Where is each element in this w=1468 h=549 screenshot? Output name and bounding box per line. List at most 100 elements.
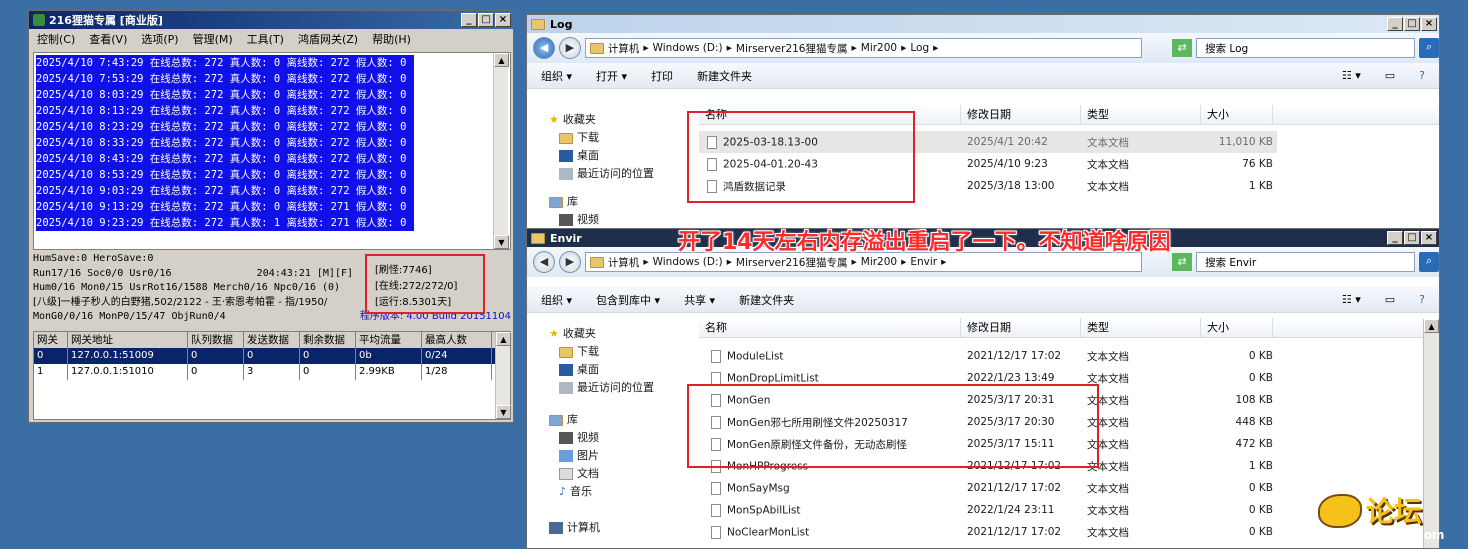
nav-libraries[interactable]: 库: [549, 411, 687, 429]
search-input[interactable]: 搜索 Log: [1196, 38, 1416, 58]
nav-pictures[interactable]: 图片: [549, 447, 687, 465]
col-modified[interactable]: 修改日期: [961, 105, 1081, 124]
organize-button[interactable]: 组织 ▾: [541, 292, 572, 308]
refresh-icon[interactable]: ⇄: [1172, 39, 1193, 57]
col-sent[interactable]: 发送数据: [244, 332, 300, 348]
minimize-button[interactable]: _: [461, 13, 477, 27]
scroll-up-arrow-icon[interactable]: ▲: [494, 53, 509, 67]
menu-options[interactable]: 选项(P): [141, 31, 178, 47]
crumb-mir200[interactable]: Mir200: [861, 42, 897, 54]
nav-downloads[interactable]: 下载: [549, 343, 687, 361]
nav-recent[interactable]: 最近访问的位置: [549, 379, 687, 397]
back-arrow-icon[interactable]: ◀: [533, 37, 555, 59]
menu-gateway[interactable]: 鸿盾网关(Z): [298, 31, 358, 47]
crumb-computer[interactable]: 计算机: [608, 41, 640, 56]
col-max-users[interactable]: 最高人数: [422, 332, 492, 348]
col-name[interactable]: 名称: [699, 318, 961, 337]
preview-pane-icon[interactable]: ▭: [1385, 293, 1395, 306]
help-icon[interactable]: ?: [1419, 69, 1425, 82]
col-modified[interactable]: 修改日期: [961, 318, 1081, 337]
maximize-button[interactable]: □: [1404, 17, 1420, 31]
help-icon[interactable]: ?: [1419, 293, 1425, 306]
menu-help[interactable]: 帮助(H): [372, 31, 411, 47]
search-icon[interactable]: ⌕: [1419, 252, 1439, 272]
log-line: 2025/4/10 8:03:29 在线总数: 272 真人数: 0 离线数: …: [36, 89, 407, 101]
maximize-button[interactable]: □: [1404, 231, 1420, 245]
share-button[interactable]: 共享 ▾: [684, 292, 715, 308]
scroll-down-arrow-icon[interactable]: ▼: [496, 405, 511, 419]
crumb-log[interactable]: Log: [910, 42, 929, 54]
col-type[interactable]: 类型: [1081, 105, 1201, 124]
maximize-button[interactable]: □: [478, 13, 494, 27]
view-options-icon[interactable]: ☷ ▾: [1342, 69, 1361, 82]
forward-arrow-icon[interactable]: ▶: [558, 37, 581, 59]
refresh-icon[interactable]: ⇄: [1172, 253, 1193, 271]
file-row[interactable]: NoClearMonList 2021/12/17 17:02 文本文档 0 KB: [699, 521, 1277, 543]
col-size[interactable]: 大小: [1201, 105, 1273, 124]
open-button[interactable]: 打开 ▾: [596, 68, 627, 84]
menu-manage[interactable]: 管理(M): [193, 31, 233, 47]
include-in-library-button[interactable]: 包含到库中 ▾: [596, 292, 660, 308]
log-scrollbar[interactable]: ▲ ▼: [493, 53, 509, 249]
close-button[interactable]: ×: [1421, 231, 1437, 245]
close-button[interactable]: ×: [495, 13, 511, 27]
crumb-server[interactable]: Mirserver216狸猫专属: [736, 41, 848, 56]
forward-arrow-icon[interactable]: ▶: [558, 251, 581, 273]
gateway-row[interactable]: 1 127.0.0.1:51010 0 3 0 2.99KB 1/28: [34, 364, 510, 380]
scroll-up-arrow-icon[interactable]: ▲: [1424, 319, 1439, 333]
file-row[interactable]: MonSpAbilList 2022/1/24 23:11 文本文档 0 KB: [699, 499, 1277, 521]
log-panel[interactable]: 2025/4/10 7:43:29 在线总数: 272 真人数: 0 离线数: …: [33, 52, 511, 250]
search-input[interactable]: 搜索 Envir: [1196, 252, 1416, 272]
server-console-titlebar[interactable]: 216狸猫专属 [商业版] _ □ ×: [29, 11, 513, 29]
col-queue[interactable]: 队列数据: [188, 332, 244, 348]
col-size[interactable]: 大小: [1201, 318, 1273, 337]
close-button[interactable]: ×: [1421, 17, 1437, 31]
col-address[interactable]: 网关地址: [68, 332, 188, 348]
preview-pane-icon[interactable]: ▭: [1385, 69, 1395, 82]
col-gateway[interactable]: 网关: [34, 332, 68, 348]
new-folder-button[interactable]: 新建文件夹: [739, 292, 794, 308]
gateway-grid[interactable]: 网关 网关地址 队列数据 发送数据 剩余数据 平均流量 最高人数 0 127.0…: [33, 331, 511, 420]
nav-favorites[interactable]: ★ 收藏夹: [549, 325, 687, 343]
back-arrow-icon[interactable]: ◀: [533, 251, 555, 273]
minimize-button[interactable]: _: [1387, 231, 1403, 245]
nav-desktop[interactable]: 桌面: [549, 147, 687, 165]
breadcrumb[interactable]: 计算机 ▸ Windows (D:) ▸ Mirserver216狸猫专属 ▸ Mir…: [584, 38, 1143, 58]
col-remaining[interactable]: 剩余数据: [300, 332, 356, 348]
nav-desktop[interactable]: 桌面: [549, 361, 687, 379]
new-folder-button[interactable]: 新建文件夹: [697, 68, 752, 84]
cell: 0: [300, 348, 356, 364]
menu-control[interactable]: 控制(C): [37, 31, 75, 47]
crumb-server[interactable]: Mirserver216狸猫专属: [736, 255, 848, 270]
crumb-envir[interactable]: Envir: [910, 256, 937, 268]
file-row[interactable]: MonSayMsg 2021/12/17 17:02 文本文档 0 KB: [699, 477, 1277, 499]
nav-music[interactable]: ♪ 音乐: [549, 483, 687, 501]
scroll-down-arrow-icon[interactable]: ▼: [494, 235, 509, 249]
scroll-up-arrow-icon[interactable]: ▲: [496, 332, 511, 346]
crumb-mir200[interactable]: Mir200: [861, 256, 897, 268]
log-explorer-titlebar[interactable]: Log _ □ ×: [527, 15, 1439, 33]
search-icon[interactable]: ⌕: [1419, 38, 1439, 58]
col-type[interactable]: 类型: [1081, 318, 1201, 337]
nav-downloads[interactable]: 下载: [549, 129, 687, 147]
minimize-button[interactable]: _: [1387, 17, 1403, 31]
crumb-drive[interactable]: Windows (D:): [653, 256, 723, 268]
nav-libraries[interactable]: 库: [549, 193, 687, 211]
view-options-icon[interactable]: ☷ ▾: [1342, 293, 1361, 306]
crumb-computer[interactable]: 计算机: [608, 255, 640, 270]
crumb-drive[interactable]: Windows (D:): [653, 42, 723, 54]
nav-favorites[interactable]: ★ 收藏夹: [549, 111, 687, 129]
nav-recent[interactable]: 最近访问的位置: [549, 165, 687, 183]
nav-computer[interactable]: 计算机: [549, 519, 687, 537]
file-row[interactable]: ModuleList 2021/12/17 17:02 文本文档 0 KB: [699, 345, 1277, 367]
organize-button[interactable]: 组织 ▾: [541, 68, 572, 84]
nav-videos[interactable]: 视频: [549, 429, 687, 447]
menu-view[interactable]: 查看(V): [89, 31, 127, 47]
nav-documents[interactable]: 文档: [549, 465, 687, 483]
grid-scrollbar[interactable]: ▲ ▼: [495, 332, 511, 419]
menu-tools[interactable]: 工具(T): [247, 31, 284, 47]
gateway-row[interactable]: 0 127.0.0.1:51009 0 0 0 0b 0/24: [34, 348, 510, 364]
nav-videos[interactable]: 视频: [549, 211, 687, 229]
col-avg-traffic[interactable]: 平均流量: [356, 332, 422, 348]
print-button[interactable]: 打印: [651, 68, 673, 84]
